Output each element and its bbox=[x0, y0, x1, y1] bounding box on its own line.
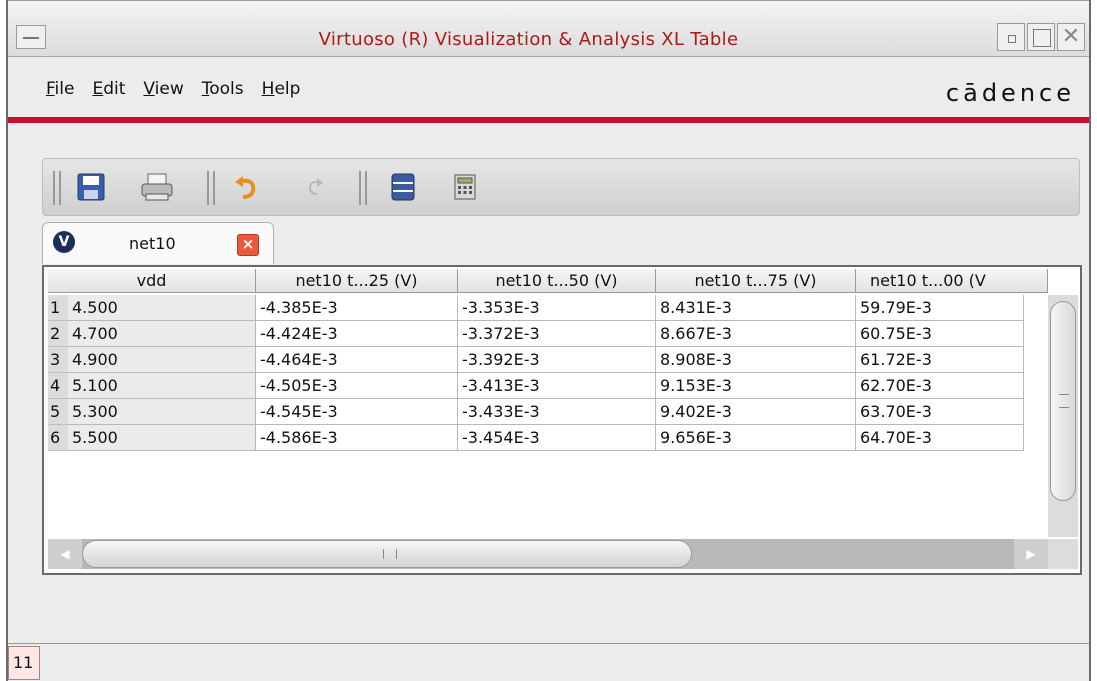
table-cell[interactable]: -4.464E-3 bbox=[256, 347, 458, 373]
accent-divider bbox=[8, 117, 1089, 123]
table-cell[interactable]: 8.908E-3 bbox=[656, 347, 856, 373]
table-cell[interactable]: 5.300 bbox=[68, 399, 256, 425]
table-cell[interactable]: -3.454E-3 bbox=[458, 425, 656, 451]
table-cell[interactable]: -4.586E-3 bbox=[256, 425, 458, 451]
toolbar-grip[interactable] bbox=[53, 171, 61, 205]
row-number: 1 bbox=[48, 295, 68, 321]
row-number: 4 bbox=[48, 373, 68, 399]
table-cell[interactable]: -3.433E-3 bbox=[458, 399, 656, 425]
toolbar bbox=[42, 158, 1080, 216]
table-cell[interactable]: 60.75E-3 bbox=[856, 321, 1024, 347]
table-cell[interactable]: 8.431E-3 bbox=[656, 295, 856, 321]
grip-icon bbox=[1059, 394, 1069, 408]
column-header-net10-25[interactable]: net10 t...25 (V) bbox=[256, 269, 458, 293]
menu-view[interactable]: View bbox=[143, 79, 183, 99]
menu-file[interactable]: File bbox=[46, 79, 74, 99]
maximize-button[interactable] bbox=[1027, 23, 1055, 51]
table-cell[interactable]: 63.70E-3 bbox=[856, 399, 1024, 425]
scroll-corner bbox=[1048, 539, 1078, 569]
table-cell[interactable]: 4.500 bbox=[68, 295, 256, 321]
scroll-left-icon[interactable]: ◀ bbox=[48, 539, 82, 569]
row-number: 3 bbox=[48, 347, 68, 373]
table-icon[interactable] bbox=[385, 169, 421, 205]
table-cell[interactable]: -4.505E-3 bbox=[256, 373, 458, 399]
column-header-net10-50[interactable]: net10 t...50 (V) bbox=[458, 269, 656, 293]
table-cell[interactable]: 5.100 bbox=[68, 373, 256, 399]
toolbar-grip[interactable] bbox=[359, 171, 367, 205]
minimize-button[interactable] bbox=[997, 23, 1025, 51]
table-cell[interactable]: 9.153E-3 bbox=[656, 373, 856, 399]
table-cell[interactable]: -3.413E-3 bbox=[458, 373, 656, 399]
results-table: vdd net10 t...25 (V) net10 t...50 (V) ne… bbox=[42, 265, 1082, 575]
menu-help[interactable]: Help bbox=[262, 79, 301, 99]
table-cell[interactable]: -4.545E-3 bbox=[256, 399, 458, 425]
menu-tools[interactable]: Tools bbox=[202, 79, 244, 99]
close-button[interactable]: ✕ bbox=[1057, 23, 1085, 51]
table-cell[interactable]: 61.72E-3 bbox=[856, 347, 1024, 373]
tab-net10[interactable]: V net10 × bbox=[42, 222, 274, 264]
table-cell[interactable]: -3.392E-3 bbox=[458, 347, 656, 373]
row-number: 6 bbox=[48, 425, 68, 451]
table-cell[interactable]: 62.70E-3 bbox=[856, 373, 1024, 399]
table-cell[interactable]: -4.424E-3 bbox=[256, 321, 458, 347]
app-window: Virtuoso (R) Visualization & Analysis XL… bbox=[6, 0, 1091, 681]
table-cell[interactable]: 9.656E-3 bbox=[656, 425, 856, 451]
grip-icon bbox=[383, 549, 397, 559]
vertical-scroll-thumb[interactable] bbox=[1050, 301, 1076, 501]
save-icon[interactable] bbox=[73, 169, 109, 205]
table-cell[interactable]: -3.353E-3 bbox=[458, 295, 656, 321]
horizontal-scrollbar[interactable]: ◀ ▶ bbox=[48, 539, 1048, 569]
window-controls: ✕ bbox=[997, 23, 1085, 51]
tab-label: net10 bbox=[129, 234, 176, 253]
menu-edit[interactable]: Edit bbox=[92, 79, 125, 99]
table-cell[interactable]: -3.372E-3 bbox=[458, 321, 656, 347]
status-bar: 11 bbox=[8, 643, 1089, 681]
undo-icon[interactable] bbox=[229, 169, 265, 205]
scroll-right-icon[interactable]: ▶ bbox=[1014, 539, 1048, 569]
menu-bar: File Edit View Tools Help cādence bbox=[8, 57, 1089, 117]
table-cell[interactable]: -4.385E-3 bbox=[256, 295, 458, 321]
horizontal-scroll-thumb[interactable] bbox=[82, 540, 692, 568]
print-icon[interactable] bbox=[139, 169, 175, 205]
calculator-icon[interactable] bbox=[447, 169, 483, 205]
status-count: 11 bbox=[8, 646, 40, 680]
table-cell[interactable]: 9.402E-3 bbox=[656, 399, 856, 425]
column-header-net10-00[interactable]: net10 t...00 (V bbox=[856, 269, 1048, 293]
column-header-vdd[interactable]: vdd bbox=[48, 269, 256, 293]
window-title: Virtuoso (R) Visualization & Analysis XL… bbox=[318, 29, 739, 50]
table-cell[interactable]: 4.900 bbox=[68, 347, 256, 373]
table-cell[interactable]: 64.70E-3 bbox=[856, 425, 1024, 451]
toolbar-grip[interactable] bbox=[207, 171, 215, 205]
vertical-scrollbar[interactable] bbox=[1048, 295, 1078, 537]
title-bar[interactable]: Virtuoso (R) Visualization & Analysis XL… bbox=[8, 0, 1089, 57]
column-header-net10-75[interactable]: net10 t...75 (V) bbox=[656, 269, 856, 293]
menu-items: File Edit View Tools Help bbox=[46, 79, 300, 99]
row-number: 2 bbox=[48, 321, 68, 347]
row-number: 5 bbox=[48, 399, 68, 425]
table-cell[interactable]: 59.79E-3 bbox=[856, 295, 1024, 321]
table-cell[interactable]: 4.700 bbox=[68, 321, 256, 347]
tab-close-icon[interactable]: × bbox=[237, 234, 259, 256]
table-cell[interactable]: 5.500 bbox=[68, 425, 256, 451]
redo-icon[interactable] bbox=[297, 169, 333, 205]
virtuoso-logo-icon: V bbox=[53, 231, 75, 253]
table-cell[interactable]: 8.667E-3 bbox=[656, 321, 856, 347]
cadence-logo: cādence bbox=[945, 79, 1075, 107]
